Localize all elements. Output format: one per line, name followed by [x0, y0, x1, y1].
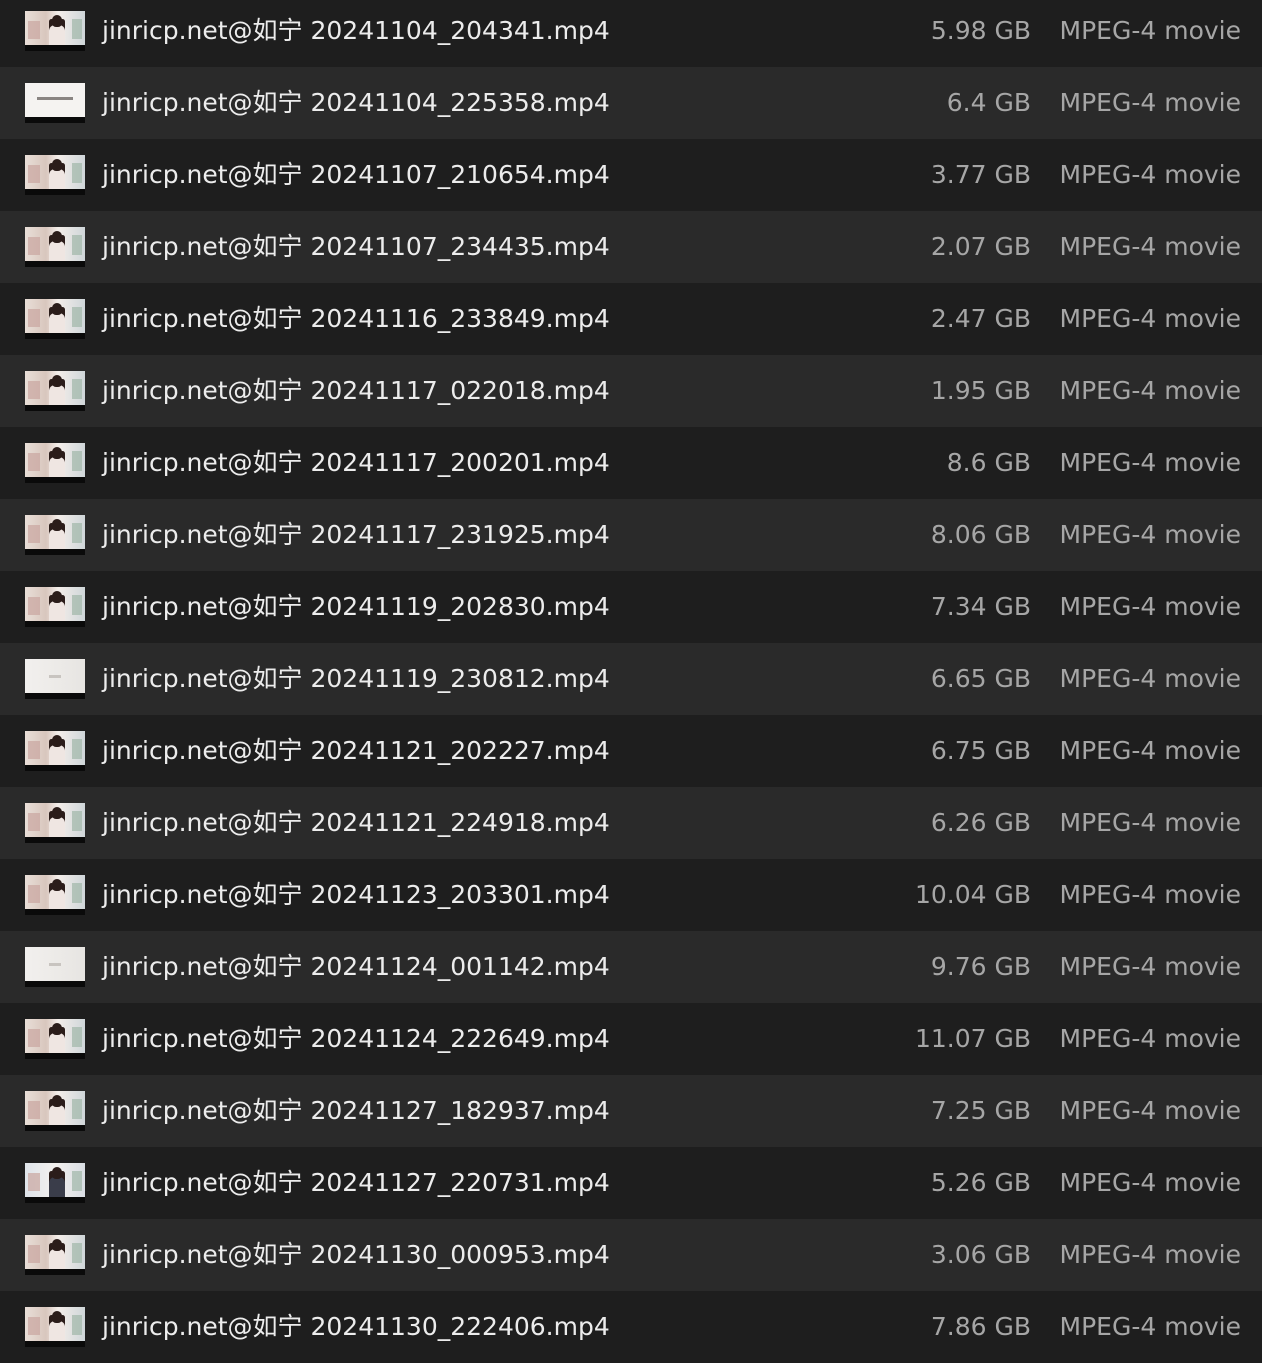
file-size: 7.34 GB — [930, 592, 1031, 621]
file-kind: MPEG-4 movie — [1059, 1240, 1241, 1269]
file-kind: MPEG-4 movie — [1059, 448, 1241, 477]
file-size: 2.07 GB — [930, 232, 1031, 261]
file-kind: MPEG-4 movie — [1059, 232, 1241, 261]
file-kind: MPEG-4 movie — [1059, 1168, 1241, 1197]
file-row[interactable]: jinricp.net@如宁 20241119_202830.mp4 7.34 G… — [0, 571, 1262, 643]
video-thumbnail-icon — [25, 227, 85, 267]
file-size: 1.95 GB — [930, 376, 1031, 405]
file-size: 7.86 GB — [930, 1312, 1031, 1341]
file-name: jinricp.net@如宁 20241130_000953.mp4 — [102, 1240, 610, 1269]
file-kind: MPEG-4 movie — [1059, 592, 1241, 621]
file-size: 6.65 GB — [930, 664, 1031, 693]
file-row[interactable]: jinricp.net@如宁 20241117_200201.mp4 8.6 GB… — [0, 427, 1262, 499]
video-thumbnail-icon — [25, 515, 85, 555]
video-thumbnail-icon — [25, 587, 85, 627]
file-name: jinricp.net@如宁 20241130_222406.mp4 — [102, 1312, 610, 1341]
file-name: jinricp.net@如宁 20241117_231925.mp4 — [102, 520, 610, 549]
file-kind: MPEG-4 movie — [1059, 304, 1241, 333]
file-kind: MPEG-4 movie — [1059, 736, 1241, 765]
file-kind: MPEG-4 movie — [1059, 880, 1241, 909]
file-kind: MPEG-4 movie — [1059, 16, 1241, 45]
video-thumbnail-icon — [25, 1307, 85, 1347]
video-thumbnail-icon — [25, 1019, 85, 1059]
file-row[interactable]: jinricp.net@如宁 20241127_220731.mp4 5.26 G… — [0, 1147, 1262, 1219]
video-thumbnail-icon — [25, 83, 85, 123]
file-row[interactable]: jinricp.net@如宁 20241117_231925.mp4 8.06 G… — [0, 499, 1262, 571]
file-size: 6.75 GB — [930, 736, 1031, 765]
file-kind: MPEG-4 movie — [1059, 88, 1241, 117]
file-name: jinricp.net@如宁 20241107_234435.mp4 — [102, 232, 610, 261]
file-kind: MPEG-4 movie — [1059, 664, 1241, 693]
file-size: 5.98 GB — [930, 16, 1031, 45]
video-thumbnail-icon — [25, 1091, 85, 1131]
file-row[interactable]: jinricp.net@如宁 20241124_001142.mp4 9.76 G… — [0, 931, 1262, 1003]
file-row[interactable]: jinricp.net@如宁 20241104_204341.mp4 5.98 G… — [0, 0, 1262, 67]
file-row[interactable]: jinricp.net@如宁 20241121_202227.mp4 6.75 G… — [0, 715, 1262, 787]
video-thumbnail-icon — [25, 731, 85, 771]
file-row[interactable]: jinricp.net@如宁 20241117_022018.mp4 1.95 G… — [0, 355, 1262, 427]
file-name: jinricp.net@如宁 20241104_204341.mp4 — [102, 16, 610, 45]
file-name: jinricp.net@如宁 20241117_022018.mp4 — [102, 376, 610, 405]
file-row[interactable]: jinricp.net@如宁 20241116_233849.mp4 2.47 G… — [0, 283, 1262, 355]
file-row[interactable]: jinricp.net@如宁 20241130_222406.mp4 7.86 G… — [0, 1291, 1262, 1363]
file-row[interactable]: jinricp.net@如宁 20241119_230812.mp4 6.65 G… — [0, 643, 1262, 715]
video-thumbnail-icon — [25, 659, 85, 699]
file-row[interactable]: jinricp.net@如宁 20241104_225358.mp4 6.4 GB… — [0, 67, 1262, 139]
video-thumbnail-icon — [25, 1163, 85, 1203]
video-thumbnail-icon — [25, 443, 85, 483]
file-kind: MPEG-4 movie — [1059, 1096, 1241, 1125]
file-row[interactable]: jinricp.net@如宁 20241121_224918.mp4 6.26 G… — [0, 787, 1262, 859]
video-thumbnail-icon — [25, 155, 85, 195]
video-thumbnail-icon — [25, 11, 85, 51]
file-size: 3.06 GB — [930, 1240, 1031, 1269]
file-kind: MPEG-4 movie — [1059, 952, 1241, 981]
file-size: 7.25 GB — [930, 1096, 1031, 1125]
file-kind: MPEG-4 movie — [1059, 1024, 1241, 1053]
file-size: 6.4 GB — [946, 88, 1031, 117]
file-name: jinricp.net@如宁 20241121_202227.mp4 — [102, 736, 610, 765]
video-thumbnail-icon — [25, 371, 85, 411]
file-size: 3.77 GB — [930, 160, 1031, 189]
file-size: 9.76 GB — [930, 952, 1031, 981]
file-row[interactable]: jinricp.net@如宁 20241107_210654.mp4 3.77 G… — [0, 139, 1262, 211]
file-row[interactable]: jinricp.net@如宁 20241130_000953.mp4 3.06 G… — [0, 1219, 1262, 1291]
video-thumbnail-icon — [25, 875, 85, 915]
file-kind: MPEG-4 movie — [1059, 520, 1241, 549]
file-kind: MPEG-4 movie — [1059, 808, 1241, 837]
file-name: jinricp.net@如宁 20241104_225358.mp4 — [102, 88, 610, 117]
video-thumbnail-icon — [25, 299, 85, 339]
video-thumbnail-icon — [25, 803, 85, 843]
video-thumbnail-icon — [25, 1235, 85, 1275]
file-list: jinricp.net@如宁 20241104_204341.mp4 5.98 G… — [0, 0, 1262, 1363]
file-kind: MPEG-4 movie — [1059, 376, 1241, 405]
file-name: jinricp.net@如宁 20241107_210654.mp4 — [102, 160, 610, 189]
file-size: 8.6 GB — [946, 448, 1031, 477]
file-name: jinricp.net@如宁 20241127_220731.mp4 — [102, 1168, 610, 1197]
file-name: jinricp.net@如宁 20241119_202830.mp4 — [102, 592, 610, 621]
file-kind: MPEG-4 movie — [1059, 160, 1241, 189]
file-size: 11.07 GB — [914, 1024, 1031, 1053]
file-size: 6.26 GB — [930, 808, 1031, 837]
file-kind: MPEG-4 movie — [1059, 1312, 1241, 1341]
file-size: 10.04 GB — [914, 880, 1031, 909]
file-name: jinricp.net@如宁 20241119_230812.mp4 — [102, 664, 610, 693]
file-size: 2.47 GB — [930, 304, 1031, 333]
file-size: 5.26 GB — [930, 1168, 1031, 1197]
file-size: 8.06 GB — [930, 520, 1031, 549]
file-name: jinricp.net@如宁 20241127_182937.mp4 — [102, 1096, 610, 1125]
file-name: jinricp.net@如宁 20241123_203301.mp4 — [102, 880, 610, 909]
file-row[interactable]: jinricp.net@如宁 20241124_222649.mp4 11.07 … — [0, 1003, 1262, 1075]
file-name: jinricp.net@如宁 20241121_224918.mp4 — [102, 808, 610, 837]
file-name: jinricp.net@如宁 20241124_222649.mp4 — [102, 1024, 610, 1053]
file-name: jinricp.net@如宁 20241124_001142.mp4 — [102, 952, 610, 981]
file-row[interactable]: jinricp.net@如宁 20241127_182937.mp4 7.25 G… — [0, 1075, 1262, 1147]
video-thumbnail-icon — [25, 947, 85, 987]
file-name: jinricp.net@如宁 20241116_233849.mp4 — [102, 304, 610, 333]
file-row[interactable]: jinricp.net@如宁 20241123_203301.mp4 10.04 … — [0, 859, 1262, 931]
file-row[interactable]: jinricp.net@如宁 20241107_234435.mp4 2.07 G… — [0, 211, 1262, 283]
file-name: jinricp.net@如宁 20241117_200201.mp4 — [102, 448, 610, 477]
